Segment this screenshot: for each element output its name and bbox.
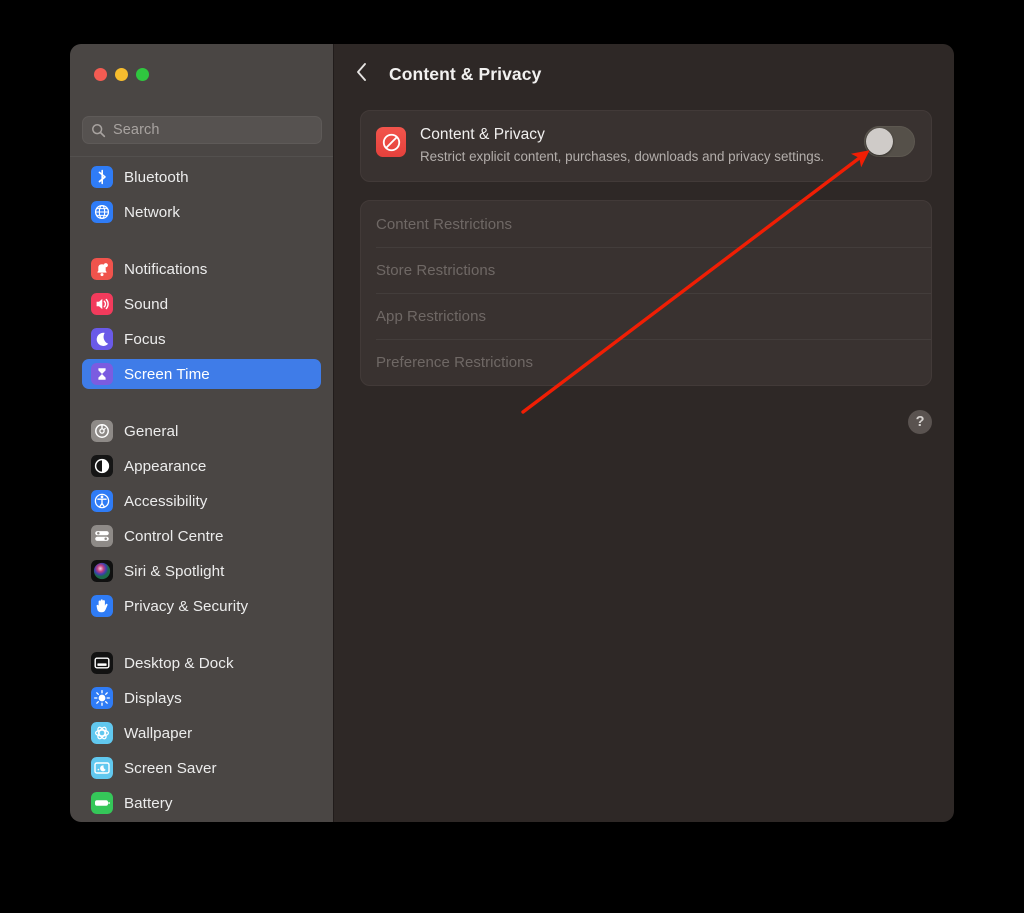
bell-icon [91,258,113,280]
sidebar-item-label: Screen Saver [124,759,217,777]
restriction-label: Content Restrictions [376,215,513,233]
restriction-label: Store Restrictions [376,261,496,279]
sidebar: Search Bluetooth Network Notifications S… [70,44,334,822]
sidebar-group: Bluetooth Network [82,162,321,227]
sidebar-item-wallpaper[interactable]: Wallpaper [82,718,321,748]
sidebar-item-label: Battery [124,794,173,812]
hand-icon [91,595,113,617]
sidebar-item-siri-and-spotlight[interactable]: Siri & Spotlight [82,556,321,586]
sidebar-item-bluetooth[interactable]: Bluetooth [82,162,321,192]
battery-icon [91,792,113,814]
main-header: Content & Privacy [334,44,954,104]
sidebar-item-label: Privacy & Security [124,597,249,615]
sidebar-item-label: Appearance [124,457,207,475]
globe-icon [91,201,113,223]
sidebar-divider [70,156,333,157]
search-input[interactable]: Search [82,116,322,144]
accessibility-icon [91,490,113,512]
sidebar-item-label: Screen Time [124,365,210,383]
main-panel: Content & Privacy Content & Privacy Rest… [334,44,954,822]
sidebar-item-accessibility[interactable]: Accessibility [82,486,321,516]
sidebar-item-label: Siri & Spotlight [124,562,225,580]
sidebar-item-label: Accessibility [124,492,208,510]
content-privacy-toggle[interactable] [864,126,915,157]
sidebar-item-screen-time[interactable]: Screen Time [82,359,321,389]
bluetooth-icon [91,166,113,188]
sidebar-item-focus[interactable]: Focus [82,324,321,354]
sidebar-item-displays[interactable]: Displays [82,683,321,713]
sidebar-group: General Appearance Accessibility Control… [82,416,321,621]
sidebar-item-battery[interactable]: Battery [82,788,321,818]
search-container: Search [82,116,322,144]
search-icon [91,123,106,138]
contrast-icon [91,455,113,477]
sidebar-item-control-centre[interactable]: Control Centre [82,521,321,551]
gear-icon [91,420,113,442]
close-button[interactable] [94,68,107,81]
restrictions-list: Content Restrictions Store Restrictions Ap… [360,200,932,387]
window-controls [94,68,149,81]
sidebar-item-label: Displays [124,689,182,707]
page-title: Content & Privacy [389,63,542,84]
content-privacy-title: Content & Privacy [420,126,545,143]
restriction-label: App Restrictions [376,307,487,325]
no-entry-icon [376,127,406,157]
siri-icon [91,560,113,582]
chevron-left-icon [356,62,368,87]
sidebar-item-label: Control Centre [124,527,224,545]
hourglass-icon [91,363,113,385]
restriction-label: Preference Restrictions [376,353,534,371]
sidebar-item-screen-saver[interactable]: Screen Saver [82,753,321,783]
sidebar-item-label: Network [124,203,181,221]
desktop-icon [91,652,113,674]
sidebar-item-sound[interactable]: Sound [82,289,321,319]
sidebar-item-label: Wallpaper [124,724,193,742]
sidebar-item-label: General [124,422,179,440]
sidebar-item-label: Sound [124,295,169,313]
speaker-icon [91,293,113,315]
content-privacy-card: Content & Privacy Restrict explicit cont… [360,110,932,183]
toggle-knob [866,128,893,155]
sidebar-item-privacy-and-security[interactable]: Privacy & Security [82,591,321,621]
content-privacy-text: Content & Privacy Restrict explicit cont… [420,125,850,166]
sidebar-group: Desktop & Dock Displays Wallpaper Screen… [82,648,321,818]
restriction-row: Store Restrictions [361,247,931,293]
moon-icon [91,328,113,350]
sidebar-item-label: Desktop & Dock [124,654,234,672]
sidebar-nav: Bluetooth Network Notifications Sound Fo… [70,162,333,822]
sidebar-item-label: Notifications [124,260,208,278]
wallpaper-icon [91,722,113,744]
screensaver-icon [91,757,113,779]
back-button[interactable] [353,62,371,87]
brightness-icon [91,687,113,709]
sidebar-item-label: Bluetooth [124,168,189,186]
help-button[interactable]: ? [908,410,932,434]
content-privacy-description: Restrict explicit content, purchases, do… [420,149,825,164]
minimize-button[interactable] [115,68,128,81]
system-settings-window: Search Bluetooth Network Notifications S… [70,44,954,822]
sidebar-item-appearance[interactable]: Appearance [82,451,321,481]
sidebar-item-desktop-and-dock[interactable]: Desktop & Dock [82,648,321,678]
restriction-row: Content Restrictions [361,201,931,247]
maximize-button[interactable] [136,68,149,81]
sidebar-item-network[interactable]: Network [82,197,321,227]
sidebar-group: Notifications Sound Focus Screen Time [82,254,321,389]
restriction-row: App Restrictions [361,293,931,339]
sidebar-item-general[interactable]: General [82,416,321,446]
sidebar-item-notifications[interactable]: Notifications [82,254,321,284]
sidebar-item-label: Focus [124,330,166,348]
search-placeholder: Search [113,122,160,138]
sliders-icon [91,525,113,547]
restriction-row: Preference Restrictions [361,339,931,385]
